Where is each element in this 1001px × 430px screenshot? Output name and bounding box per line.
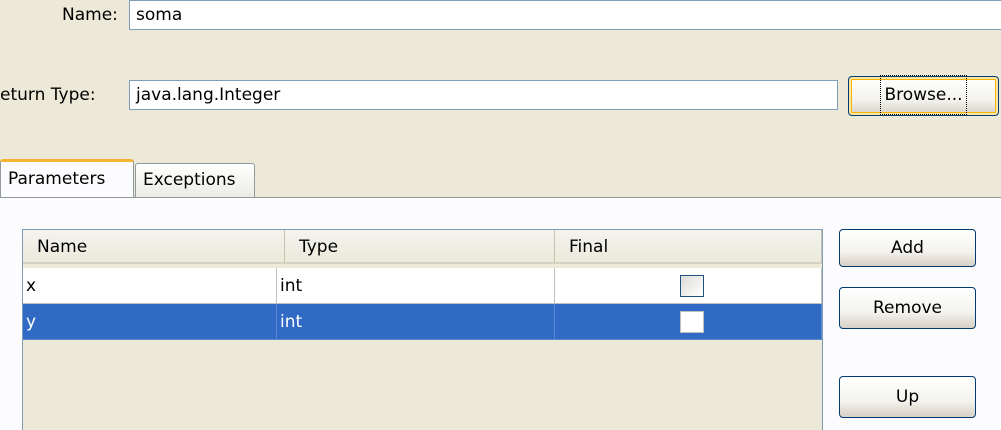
tab-parameters[interactable]: Parameters bbox=[0, 159, 134, 197]
column-header-type[interactable]: Type bbox=[285, 230, 555, 264]
parameters-table: Name Type Final x int y int bbox=[22, 229, 823, 430]
browse-button[interactable]: Browse... bbox=[848, 75, 999, 116]
final-checkbox[interactable] bbox=[680, 275, 704, 297]
param-final-cell[interactable] bbox=[555, 268, 822, 304]
param-type-cell[interactable]: int bbox=[277, 268, 555, 304]
column-header-final[interactable]: Final bbox=[555, 230, 822, 264]
param-type-cell[interactable]: int bbox=[277, 304, 555, 340]
param-name-cell[interactable]: x bbox=[23, 268, 277, 304]
name-field[interactable]: soma bbox=[129, 0, 1001, 30]
tab-exceptions[interactable]: Exceptions bbox=[135, 163, 255, 197]
final-checkbox[interactable] bbox=[680, 311, 704, 333]
browse-button-label: Browse... bbox=[880, 75, 967, 115]
add-button[interactable]: Add bbox=[839, 229, 976, 267]
remove-button[interactable]: Remove bbox=[839, 287, 976, 329]
return-type-label: eturn Type: bbox=[0, 85, 96, 105]
column-header-name[interactable]: Name bbox=[23, 230, 285, 264]
table-row[interactable]: x int bbox=[23, 268, 822, 304]
param-name-cell[interactable]: y bbox=[23, 304, 277, 340]
table-row[interactable]: y int bbox=[23, 304, 822, 340]
up-button[interactable]: Up bbox=[839, 376, 976, 418]
name-label: Name: bbox=[62, 5, 118, 25]
param-final-cell[interactable] bbox=[555, 304, 822, 340]
return-type-field[interactable]: java.lang.Integer bbox=[129, 80, 838, 110]
